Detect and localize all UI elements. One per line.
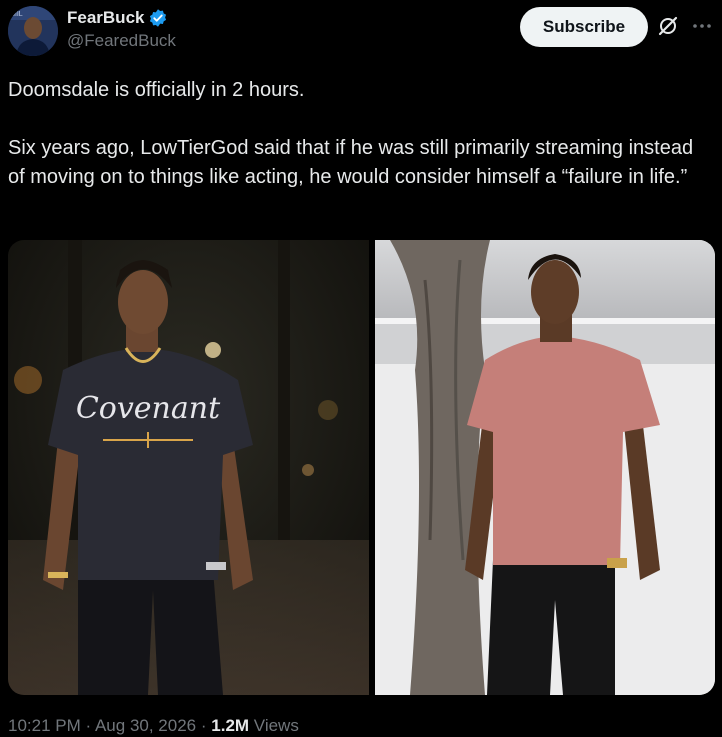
- tweet-date[interactable]: Aug 30, 2026: [95, 716, 196, 735]
- photo-man-dark-tshirt-night[interactable]: Covenant: [8, 240, 369, 695]
- avatar[interactable]: MIL: [8, 6, 58, 56]
- author-handle[interactable]: @FearedBuck: [67, 31, 176, 51]
- more-options-icon[interactable]: [690, 14, 714, 38]
- tweet-media: Covenant: [8, 240, 715, 695]
- subscribe-button[interactable]: Subscribe: [520, 7, 648, 47]
- tweet-header: MIL FearBuck @FearedBuck Subscribe: [0, 0, 722, 64]
- tweet-time[interactable]: 10:21 PM: [8, 716, 81, 735]
- grok-icon[interactable]: [656, 14, 680, 38]
- views-count[interactable]: 1.2M: [211, 716, 249, 735]
- author-block: FearBuck @FearedBuck: [67, 8, 176, 51]
- meta-separator: ·: [85, 716, 92, 735]
- meta-separator: ·: [200, 716, 207, 735]
- shirt-graphic-text: Covenant: [76, 391, 221, 426]
- author-name-row[interactable]: FearBuck: [67, 8, 168, 28]
- tweet-text: Doomsdale is officially in 2 hours. Six …: [8, 79, 694, 188]
- views-label: Views: [253, 716, 299, 735]
- svg-text:MIL: MIL: [11, 11, 23, 18]
- display-name[interactable]: FearBuck: [67, 8, 144, 28]
- tweet-meta: 10:21 PM · Aug 30, 2026 · 1.2M Views: [8, 716, 299, 736]
- verified-badge-icon[interactable]: [148, 8, 168, 28]
- photo-man-pink-tshirt-tree[interactable]: [375, 240, 715, 695]
